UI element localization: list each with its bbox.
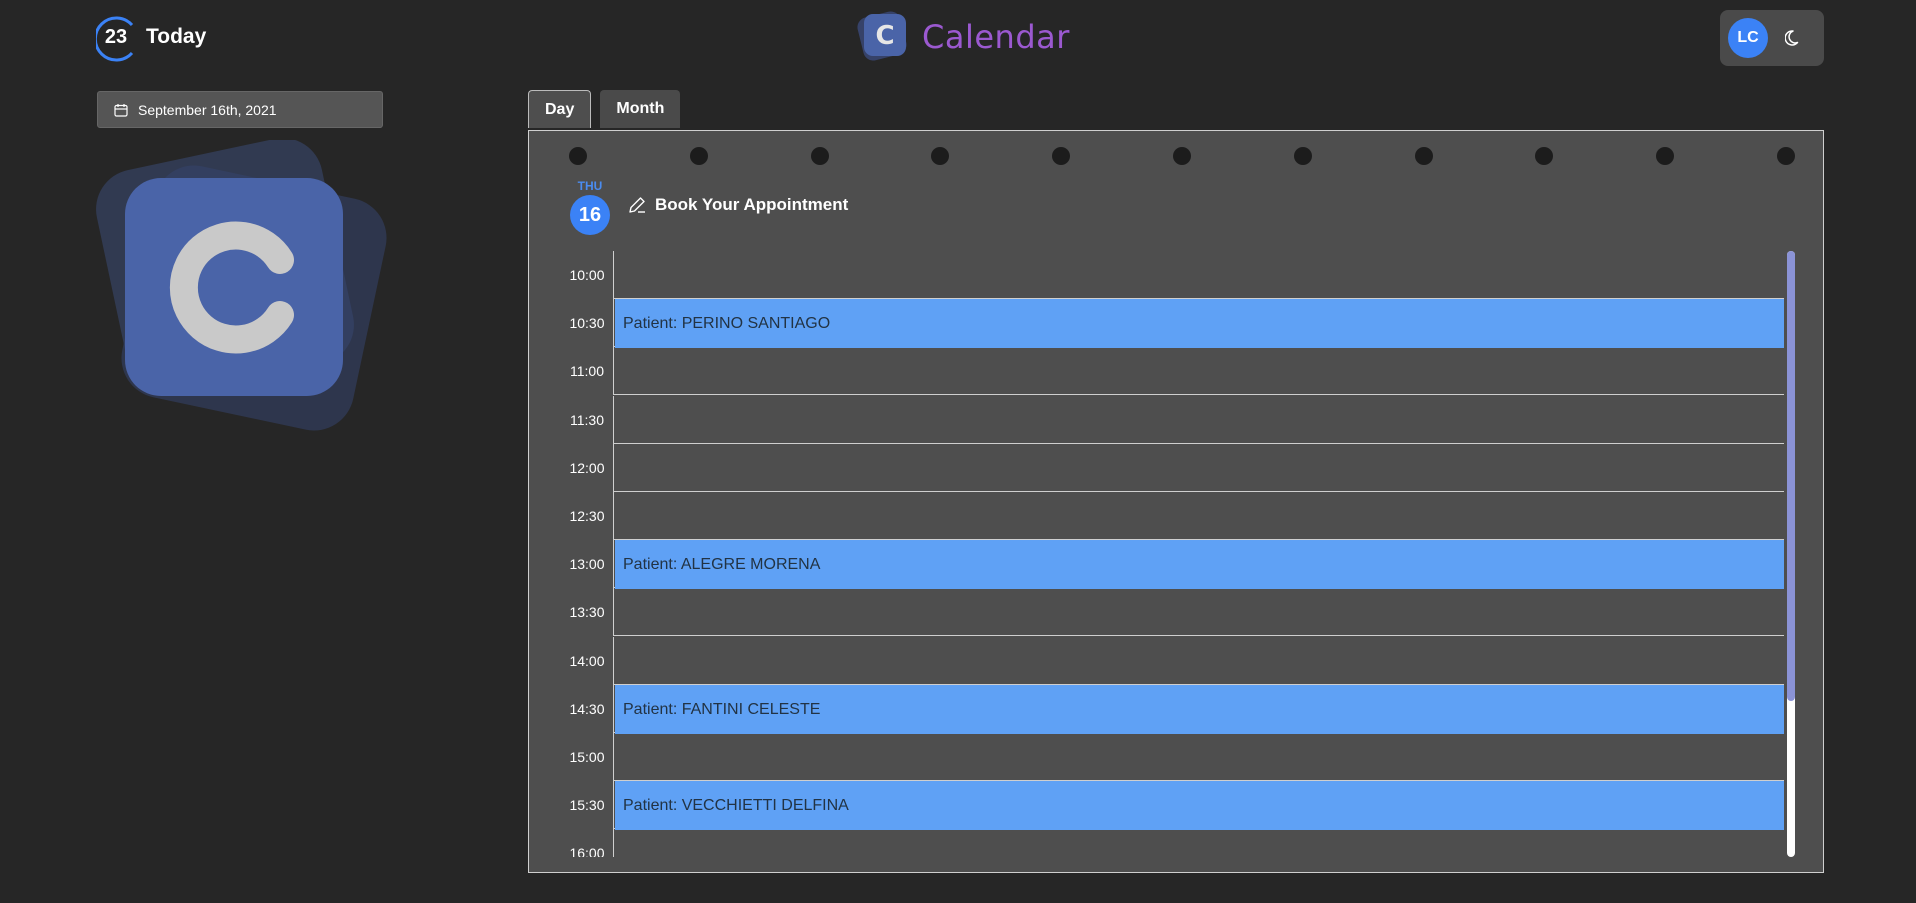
brand-logo-letter: C	[875, 21, 894, 51]
time-label: 14:30	[561, 685, 614, 733]
time-label: 12:00	[561, 444, 614, 492]
calendar-icon	[114, 103, 128, 117]
time-slot-cell[interactable]	[614, 492, 1784, 540]
time-label: 12:30	[561, 492, 614, 540]
time-label: 13:30	[561, 588, 614, 636]
time-label: 10:30	[561, 299, 614, 347]
day-header: THU 16	[569, 179, 611, 235]
date-value: September 16th, 2021	[138, 101, 277, 118]
binder-ring-dot	[1777, 147, 1795, 165]
time-slot-row: 15:30 Patient: VECCHIETTI DELFINA	[561, 781, 1784, 830]
day-view-panel: THU 16 Book Your Appointment 10:00 10:30 P…	[528, 130, 1824, 873]
day-weekday: THU	[577, 179, 603, 193]
binder-ring-dot	[1535, 147, 1553, 165]
avatar[interactable]: LC	[1728, 18, 1768, 58]
time-slot-row: 12:30	[561, 492, 1784, 540]
time-slot-cell[interactable]	[614, 588, 1784, 636]
time-slot-row: 14:30 Patient: FANTINI CELESTE	[561, 685, 1784, 734]
time-label: 11:30	[561, 396, 614, 444]
app-logo-large: C	[88, 138, 388, 440]
time-grid: 10:00 10:30 Patient: PERINO SANTIAGO 11:00 1…	[561, 251, 1784, 857]
time-label: 10:00	[561, 251, 614, 299]
tab-month[interactable]: Month	[600, 90, 681, 128]
day-number[interactable]: 16	[570, 195, 610, 235]
binder-ring-dot	[690, 147, 708, 165]
book-appointment-button[interactable]: Book Your Appointment	[627, 195, 848, 215]
side-logo-letter: C	[88, 140, 89, 141]
tab-day[interactable]: Day	[528, 90, 592, 128]
appointment-event[interactable]: Patient: ALEGRE MORENA	[615, 540, 1784, 589]
today-badge: 23	[96, 14, 136, 62]
time-slot-cell[interactable]	[614, 444, 1784, 492]
time-slot-cell[interactable]	[614, 396, 1784, 444]
today-label: Today	[146, 25, 207, 48]
time-slot-row: 11:00	[561, 347, 1784, 395]
time-slot-cell[interactable]	[614, 637, 1784, 685]
pencil-icon	[629, 197, 645, 213]
book-appointment-label: Book Your Appointment	[655, 195, 849, 214]
time-slot-cell[interactable]	[614, 829, 1784, 857]
time-label: 11:00	[561, 347, 614, 395]
binder-ring-dot	[1656, 147, 1674, 165]
brand: C Calendar	[856, 8, 1070, 66]
binder-ring-dot	[1294, 147, 1312, 165]
binder-ring-dot	[931, 147, 949, 165]
binder-ring-dot	[1173, 147, 1191, 165]
binder-rings	[569, 147, 1795, 165]
time-slot-row: 11:30	[561, 396, 1784, 444]
time-label: 16:00	[561, 829, 614, 857]
appointment-event[interactable]: Patient: VECCHIETTI DELFINA	[615, 781, 1784, 830]
moon-icon[interactable]	[1782, 26, 1806, 50]
binder-ring-dot	[1052, 147, 1070, 165]
time-label: 15:30	[561, 781, 614, 829]
binder-ring-dot	[1415, 147, 1433, 165]
time-slot-cell[interactable]	[614, 251, 1784, 299]
time-slot-row: 15:00	[561, 733, 1784, 781]
time-slot-row: 16:00	[561, 829, 1784, 857]
time-slot-row: 13:30	[561, 588, 1784, 636]
time-slot-cell[interactable]	[614, 347, 1784, 395]
time-slot-row: 14:00	[561, 637, 1784, 685]
time-label: 14:00	[561, 637, 614, 685]
scrollbar-thumb[interactable]	[1787, 251, 1795, 701]
time-slot-row: 10:00	[561, 251, 1784, 299]
time-slot-row: 10:30 Patient: PERINO SANTIAGO	[561, 299, 1784, 348]
calendar-logo-icon: C	[856, 8, 910, 66]
date-picker[interactable]: September 16th, 2021	[97, 91, 383, 128]
time-label: 13:00	[561, 540, 614, 588]
today-button[interactable]: 23 Today	[96, 14, 207, 62]
appointment-event[interactable]: Patient: FANTINI CELESTE	[615, 685, 1784, 734]
scrollbar[interactable]	[1787, 251, 1795, 857]
view-tabs: Day Month	[528, 90, 681, 128]
binder-ring-dot	[569, 147, 587, 165]
user-controls: LC	[1720, 10, 1824, 66]
appointment-event[interactable]: Patient: PERINO SANTIAGO	[615, 299, 1784, 348]
today-date-number: 23	[104, 25, 128, 48]
binder-ring-dot	[811, 147, 829, 165]
brand-name: Calendar	[922, 18, 1070, 56]
time-slot-row: 13:00 Patient: ALEGRE MORENA	[561, 540, 1784, 589]
time-slot-cell[interactable]	[614, 733, 1784, 781]
time-label: 15:00	[561, 733, 614, 781]
time-slot-row: 12:00	[561, 444, 1784, 492]
